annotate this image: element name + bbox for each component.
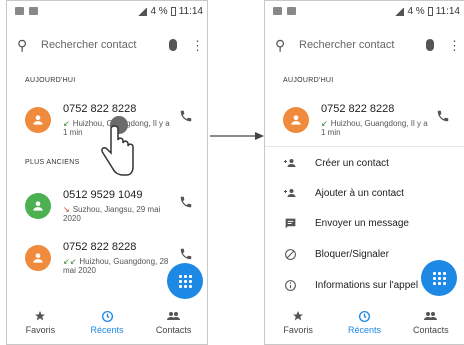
tab-label: Contacts: [413, 325, 449, 335]
menu-item-add-to-contact[interactable]: Ajouter à un contact: [265, 178, 464, 208]
call-number: 0752 822 8228: [63, 241, 137, 253]
dialpad-button[interactable]: [421, 260, 457, 296]
search-bar[interactable]: ⚲ Rechercher contact ⋮: [17, 33, 204, 57]
clock-icon: [101, 310, 113, 322]
incoming-call-icon: ↙: [63, 119, 70, 128]
add-person-icon: [284, 189, 296, 197]
person-icon: [291, 115, 301, 125]
more-options-icon[interactable]: ⋮: [448, 39, 461, 52]
more-options-icon[interactable]: ⋮: [191, 39, 204, 52]
signal-icon: [394, 7, 405, 16]
microphone-icon[interactable]: [169, 39, 177, 51]
signal-icon: [137, 7, 148, 16]
people-icon: [424, 312, 438, 320]
menu-label: Créer un contact: [315, 157, 389, 169]
tab-label: Favoris: [283, 325, 313, 335]
clock-time: 11:14: [435, 6, 460, 17]
menu-label: Envoyer un message: [315, 217, 409, 229]
phone-call-icon[interactable]: [179, 195, 193, 209]
divider: [265, 146, 464, 147]
battery-percent: 4 %: [407, 6, 425, 17]
section-header-older: PLUS ANCIENS: [25, 159, 80, 166]
tab-label: Récents: [90, 325, 124, 335]
message-icon: [285, 218, 295, 228]
image-icon: [287, 7, 296, 15]
call-detail: Suzhou, Jiangsu, 29 mai 2020: [63, 205, 161, 223]
battery-icon: [427, 7, 433, 16]
tab-favorites[interactable]: Favoris: [7, 304, 74, 344]
section-header-today: AUJOURD'HUI: [283, 77, 334, 84]
incoming-call-icon: ↙: [321, 119, 328, 128]
dialpad-button[interactable]: [167, 263, 203, 299]
clock-time: 11:14: [178, 6, 203, 17]
section-header-today: AUJOURD'HUI: [25, 77, 76, 84]
tap-gesture-icon: [101, 116, 134, 176]
notification-icon: [273, 7, 282, 15]
search-icon[interactable]: ⚲: [275, 37, 299, 54]
bottom-navigation: Favoris Récents Contacts: [265, 304, 464, 344]
search-icon[interactable]: ⚲: [17, 37, 41, 54]
menu-item-create-contact[interactable]: Créer un contact: [265, 148, 464, 178]
call-log-row-expanded[interactable]: 0752 822 8228 ↙ Huizhou, Guangdong, Il y …: [265, 101, 464, 145]
info-icon: [284, 279, 296, 291]
tab-contacts[interactable]: Contacts: [398, 304, 464, 344]
avatar: [283, 107, 309, 133]
avatar: [25, 107, 51, 133]
star-icon: [35, 311, 46, 321]
dialpad-icon: [432, 271, 446, 285]
phone-call-icon[interactable]: [436, 109, 450, 123]
avatar: [25, 245, 51, 271]
menu-label: Informations sur l'appel: [315, 279, 419, 291]
clock-icon: [358, 310, 371, 322]
notification-icon: [15, 7, 24, 15]
tab-label: Favoris: [25, 325, 56, 335]
microphone-icon[interactable]: [426, 39, 434, 51]
block-icon: [284, 248, 296, 260]
battery-percent: 4 %: [150, 6, 168, 17]
dialpad-icon: [178, 274, 192, 288]
people-icon: [167, 312, 181, 320]
call-detail: Huizhou, Guangdong, Il y a 1 min: [321, 119, 428, 137]
tab-contacts[interactable]: Contacts: [140, 304, 207, 344]
person-icon: [33, 115, 43, 125]
incoming-call-icon: ↙↙: [63, 257, 77, 266]
tab-label: Récents: [347, 325, 381, 335]
call-detail: Huizhou, Guangdong, 28 mai 2020: [63, 257, 169, 275]
battery-icon: [170, 7, 176, 16]
phone-call-icon[interactable]: [179, 247, 193, 261]
star-icon: [293, 311, 304, 321]
bottom-navigation: Favoris Récents Contacts: [7, 304, 207, 344]
call-number: 0512 9529 1049: [63, 189, 143, 201]
search-input[interactable]: Rechercher contact: [41, 39, 169, 51]
person-icon: [33, 201, 43, 211]
search-input[interactable]: Rechercher contact: [299, 39, 426, 51]
status-bar: 4 % 11:14: [265, 1, 464, 23]
search-bar[interactable]: ⚲ Rechercher contact ⋮: [275, 33, 461, 57]
call-log-row[interactable]: 0512 9529 1049 ↘ Suzhou, Jiangsu, 29 mai …: [7, 187, 207, 231]
tab-recents[interactable]: Récents: [331, 304, 397, 344]
menu-label: Ajouter à un contact: [315, 187, 404, 199]
image-icon: [29, 7, 38, 15]
call-number: 0752 822 8228: [321, 103, 395, 115]
add-person-icon: [284, 159, 296, 167]
missed-call-icon: ↘: [63, 205, 70, 214]
tab-recents[interactable]: Récents: [74, 304, 141, 344]
status-bar: 4 % 11:14: [7, 1, 207, 23]
phone-call-icon[interactable]: [179, 109, 193, 123]
phone-screen-after: 4 % 11:14 ⚲ Rechercher contact ⋮ AUJOURD…: [264, 0, 464, 345]
person-icon: [33, 253, 43, 263]
phone-screen-before: 4 % 11:14 ⚲ Rechercher contact ⋮ AUJOURD…: [6, 0, 208, 345]
tab-favorites[interactable]: Favoris: [265, 304, 331, 344]
menu-item-send-message[interactable]: Envoyer un message: [265, 208, 464, 238]
avatar: [25, 193, 51, 219]
transition-arrow-icon: [210, 132, 264, 140]
menu-label: Bloquer/Signaler: [315, 248, 389, 260]
tab-label: Contacts: [155, 325, 192, 335]
